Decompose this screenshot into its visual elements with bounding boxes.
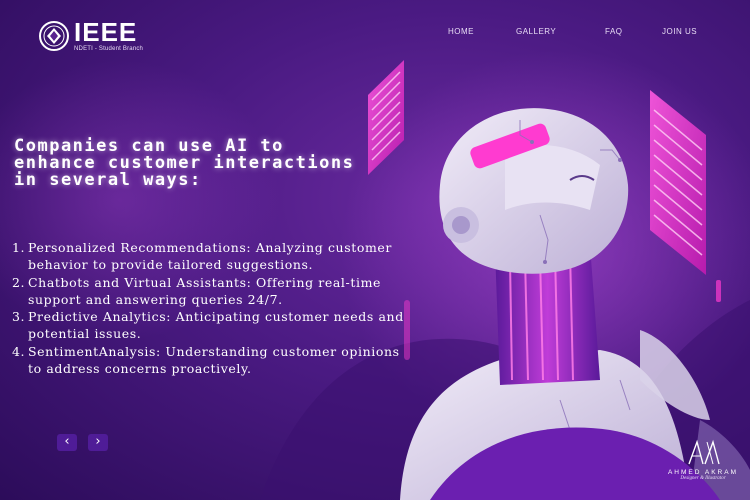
list-item-text: Personalized Recommendations: Analyzing … bbox=[28, 240, 392, 273]
next-slide-button[interactable]: › bbox=[88, 434, 108, 451]
signature-monogram-icon bbox=[688, 439, 720, 465]
list-item-number: 3. bbox=[12, 309, 26, 325]
logo-subtitle: NDETI - Student Branch bbox=[74, 46, 144, 52]
list-item-number: 2. bbox=[12, 274, 26, 290]
list-item: 1. Personalized Recommendations: Analyzi… bbox=[12, 239, 407, 274]
main-nav: HOME GALLERY FAQ JOIN US bbox=[0, 27, 750, 41]
signature-name: AHMED AKRAM bbox=[667, 469, 739, 476]
page-heading: Companies can use AI to enhance customer… bbox=[14, 136, 355, 190]
nav-faq[interactable]: FAQ bbox=[605, 27, 623, 36]
list-item: 3. Predictive Analytics: Anticipating cu… bbox=[12, 308, 407, 343]
list-item-text: SentimentAnalysis: Understanding custome… bbox=[28, 343, 400, 377]
list-item: 4. SentimentAnalysis: Understanding cust… bbox=[12, 343, 407, 378]
designer-signature: AHMED AKRAM Designer & Illustrator bbox=[660, 438, 746, 481]
list-item-text: Chatbots and Virtual Assistants: Offerin… bbox=[28, 274, 382, 307]
ways-list: 1. Personalized Recommendations: Analyzi… bbox=[12, 239, 407, 377]
list-item-number: 4. bbox=[12, 343, 26, 359]
list-item: 2. Chatbots and Virtual Assistants: Offe… bbox=[12, 274, 407, 309]
nav-gallery[interactable]: GALLERY bbox=[516, 27, 556, 36]
chevron-right-icon: › bbox=[95, 434, 101, 449]
signature-role: Designer & Illustrator bbox=[680, 476, 726, 481]
nav-join-us[interactable]: JOIN US bbox=[662, 27, 697, 36]
nav-home[interactable]: HOME bbox=[448, 27, 474, 36]
list-item-number: 1. bbox=[12, 240, 26, 255]
list-item-text: Predictive Analytics: Anticipating custo… bbox=[28, 309, 404, 342]
chevron-left-icon: ‹ bbox=[64, 434, 70, 449]
prev-slide-button[interactable]: ‹ bbox=[57, 434, 77, 451]
